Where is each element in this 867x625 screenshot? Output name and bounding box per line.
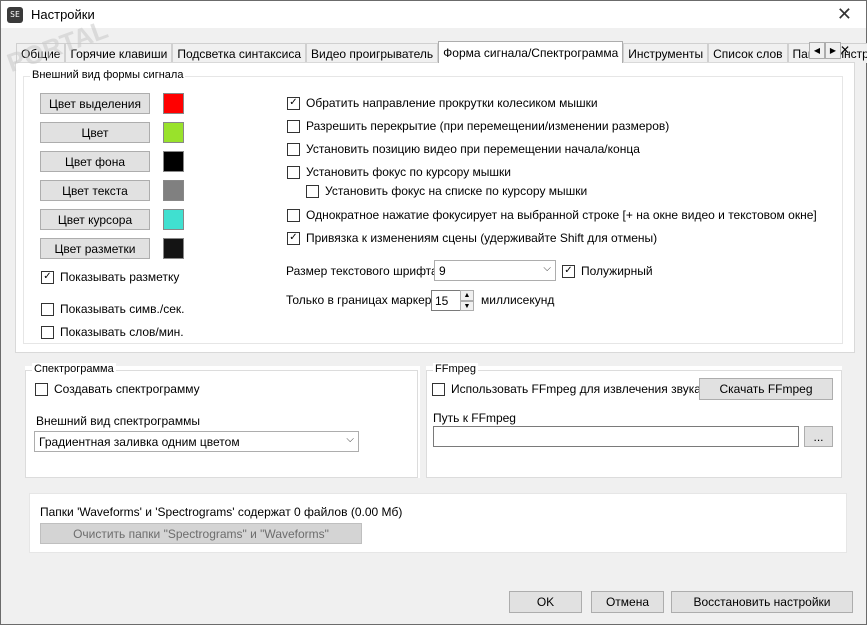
spin-up-icon[interactable]: ▲ xyxy=(460,290,474,301)
color-swatch[interactable] xyxy=(163,122,184,143)
settings-window: SE Настройки ✕ Общие Горячие клавиши Под… xyxy=(0,0,867,625)
tab-syntax-highlight[interactable]: Подсветка синтаксиса xyxy=(172,43,307,63)
tab-scroll-buttons: ◀ ▶ xyxy=(809,42,841,59)
option-focus-list-mouse[interactable]: Установить фокус на списке по курсору мы… xyxy=(306,184,587,198)
marking-color-swatch[interactable] xyxy=(163,238,184,259)
tab-general[interactable]: Общие xyxy=(16,43,66,63)
tab-strip: Общие Горячие клавиши Подсветка синтакси… xyxy=(16,41,867,63)
selection-color-button[interactable]: Цвет выделения xyxy=(40,93,150,114)
tab-waveform-spectrogram[interactable]: Форма сигнала/Спектрограмма xyxy=(438,41,624,63)
option-snap-scene-changes[interactable]: ✓ Привязка к изменениям сцены (удерживай… xyxy=(287,231,657,245)
checkbox-checked-icon: ✓ xyxy=(287,96,300,110)
browse-ffmpeg-button[interactable]: ... xyxy=(804,426,833,447)
option-set-video-position[interactable]: Установить позицию видео при перемещении… xyxy=(287,142,640,156)
show-marking-checkbox[interactable]: ✓ Показывать разметку xyxy=(41,270,179,284)
checkbox-icon xyxy=(287,165,300,179)
checkbox-icon xyxy=(287,119,300,133)
checkbox-checked-icon: ✓ xyxy=(287,231,300,245)
app-icon: SE xyxy=(7,6,23,23)
option-label: Привязка к изменениям сцены (удерживайте… xyxy=(306,231,658,245)
checkbox-icon xyxy=(287,142,300,156)
selection-color-swatch[interactable] xyxy=(163,93,184,114)
marking-color-button[interactable]: Цвет разметки xyxy=(40,238,150,259)
tab-video-player[interactable]: Видео проигрыватель xyxy=(306,43,439,63)
cursor-color-swatch[interactable] xyxy=(163,209,184,230)
title-bar: SE Настройки ✕ xyxy=(1,1,866,28)
download-ffmpeg-button[interactable]: Скачать FFmpeg xyxy=(699,378,833,400)
checkbox-icon xyxy=(287,208,300,222)
checkbox-icon xyxy=(35,382,48,396)
checkbox-checked-icon: ✓ xyxy=(562,264,575,278)
clear-folders-button[interactable]: Очистить папки "Spectrograms" и "Wavefor… xyxy=(40,523,362,544)
show-wpm-label: Показывать слов/мин. xyxy=(60,325,184,339)
marker-bounds-label: Только в границах маркера xyxy=(286,293,439,307)
show-wpm-checkbox[interactable]: Показывать слов/мин. xyxy=(41,325,184,339)
ffmpeg-path-input[interactable] xyxy=(433,426,799,447)
cursor-color-button[interactable]: Цвет курсора xyxy=(40,209,150,230)
checkbox-icon xyxy=(41,302,54,316)
text-color-swatch[interactable] xyxy=(163,180,184,201)
color-button[interactable]: Цвет xyxy=(40,122,150,143)
option-label: Обратить направление прокрутки колесиком… xyxy=(306,96,598,110)
spectrogram-appearance-select[interactable]: Градиентная заливка одним цветом ⌵ xyxy=(34,431,359,452)
option-allow-overlap[interactable]: Разрешить перекрытие (при перемещении/из… xyxy=(287,119,669,133)
background-color-swatch[interactable] xyxy=(163,151,184,172)
font-size-select[interactable]: 9 ⌵ xyxy=(434,260,556,281)
option-focus-mouse[interactable]: Установить фокус по курсору мышки xyxy=(287,165,511,179)
show-cps-checkbox[interactable]: Показывать симв./сек. xyxy=(41,302,184,316)
chevron-down-icon: ⌵ xyxy=(346,434,354,445)
use-ffmpeg-label: Использовать FFmpeg для извлечения звука xyxy=(451,382,701,396)
cancel-button[interactable]: Отмена xyxy=(591,591,664,613)
checkbox-icon xyxy=(41,325,54,339)
option-label: Разрешить перекрытие (при перемещении/из… xyxy=(306,119,670,133)
ffmpeg-group-label: FFmpeg xyxy=(433,363,478,375)
spectrogram-appearance-label: Внешний вид спектрограммы xyxy=(36,414,200,428)
tab-hotkeys[interactable]: Горячие клавиши xyxy=(65,43,173,63)
tab-scroll-right-icon[interactable]: ▶ xyxy=(825,42,841,59)
show-marking-label: Показывать разметку xyxy=(60,270,180,284)
show-cps-label: Показывать симв./сек. xyxy=(60,302,185,316)
close-icon[interactable]: ✕ xyxy=(837,4,852,25)
chevron-down-icon: ⌵ xyxy=(543,263,551,274)
tab-word-list[interactable]: Список слов xyxy=(708,43,788,63)
tab-tools[interactable]: Инструменты xyxy=(623,43,709,63)
option-single-click-focus[interactable]: Однократное нажатие фокусирует на выбран… xyxy=(287,208,817,222)
text-color-button[interactable]: Цвет текста xyxy=(40,180,150,201)
font-size-value: 9 xyxy=(439,263,446,278)
marker-unit-label: миллисекунд xyxy=(481,293,555,307)
bold-label: Полужирный xyxy=(581,264,653,278)
window-title: Настройки xyxy=(31,7,95,22)
checkbox-checked-icon: ✓ xyxy=(41,270,54,284)
spectrogram-appearance-value: Градиентная заливка одним цветом xyxy=(39,434,240,449)
spectrogram-group-label: Спектрограмма xyxy=(32,363,116,375)
checkbox-icon xyxy=(306,184,319,198)
restore-settings-button[interactable]: Восстановить настройки xyxy=(671,591,853,613)
option-invert-scroll[interactable]: ✓ Обратить направление прокрутки колесик… xyxy=(287,96,598,110)
spin-down-icon[interactable]: ▼ xyxy=(460,301,474,311)
option-label: Однократное нажатие фокусирует на выбран… xyxy=(306,208,817,222)
ok-button[interactable]: OK xyxy=(509,591,582,613)
folders-info: Папки 'Waveforms' и 'Spectrograms' содер… xyxy=(40,505,403,519)
option-label: Установить позицию видео при перемещении… xyxy=(306,142,640,156)
option-label: Установить фокус на списке по курсору мы… xyxy=(325,184,588,198)
background-color-button[interactable]: Цвет фона xyxy=(40,151,150,172)
font-size-label: Размер текстового шрифта xyxy=(286,264,438,278)
tab-panel: Внешний вид формы сигнала Цвет выделения… xyxy=(15,62,855,353)
use-ffmpeg-checkbox[interactable]: Использовать FFmpeg для извлечения звука xyxy=(432,382,701,396)
checkbox-icon xyxy=(432,382,445,396)
create-spectrogram-label: Создавать спектрограмму xyxy=(54,382,200,396)
ffmpeg-path-label: Путь к FFmpeg xyxy=(433,411,516,425)
marker-ms-input[interactable]: 15 xyxy=(431,290,461,311)
create-spectrogram-checkbox[interactable]: Создавать спектрограмму xyxy=(35,382,200,396)
bold-checkbox[interactable]: ✓ Полужирный xyxy=(562,264,653,278)
option-label: Установить фокус по курсору мышки xyxy=(306,165,512,179)
tab-scroll-left-icon[interactable]: ◀ xyxy=(809,42,825,59)
tab-close-icon[interactable]: ✕ xyxy=(840,43,852,57)
waveform-group-label: Внешний вид формы сигнала xyxy=(30,69,186,81)
